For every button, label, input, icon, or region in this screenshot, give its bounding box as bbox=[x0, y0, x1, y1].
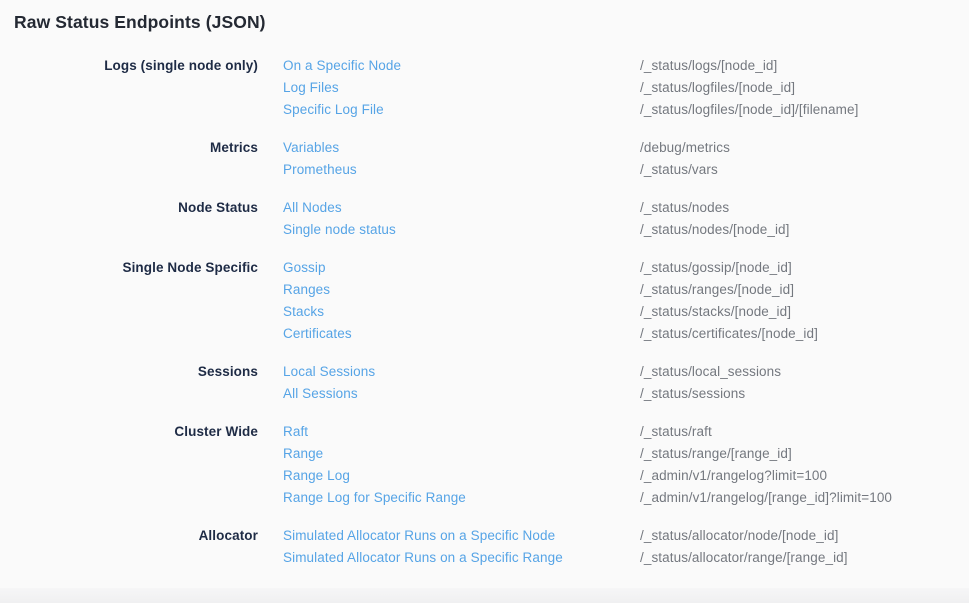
endpoint-link-column: On a Specific Node Log Files Specific Lo… bbox=[283, 55, 615, 121]
endpoint-path: /_status/raft bbox=[640, 421, 969, 443]
endpoint-path: /debug/metrics bbox=[640, 137, 969, 159]
endpoint-path: /_status/logs/[node_id] bbox=[640, 55, 969, 77]
footer-band bbox=[0, 588, 969, 603]
endpoint-group-category: Single Node Specific bbox=[0, 257, 258, 345]
endpoint-group: Allocator Simulated Allocator Runs on a … bbox=[0, 525, 969, 569]
endpoint-table: Logs (single node only) On a Specific No… bbox=[0, 55, 969, 585]
endpoint-group: Sessions Local Sessions All Sessions /_s… bbox=[0, 361, 969, 405]
endpoint-group-category: Sessions bbox=[0, 361, 258, 405]
endpoint-link[interactable]: Variables bbox=[283, 137, 339, 159]
endpoint-path-column: /_status/gossip/[node_id] /_status/range… bbox=[640, 257, 969, 345]
endpoint-link[interactable]: Range Log bbox=[283, 465, 350, 487]
endpoint-path: /_status/nodes bbox=[640, 197, 969, 219]
endpoint-link[interactable]: Range Log for Specific Range bbox=[283, 487, 466, 509]
endpoint-link-column: All Nodes Single node status bbox=[283, 197, 615, 241]
endpoint-link[interactable]: Certificates bbox=[283, 323, 352, 345]
endpoint-link-column: Local Sessions All Sessions bbox=[283, 361, 615, 405]
endpoint-path-column: /_status/allocator/node/[node_id] /_stat… bbox=[640, 525, 969, 569]
endpoint-path-column: /_status/logs/[node_id] /_status/logfile… bbox=[640, 55, 969, 121]
page-title: Raw Status Endpoints (JSON) bbox=[14, 12, 266, 33]
endpoint-link[interactable]: Simulated Allocator Runs on a Specific N… bbox=[283, 525, 555, 547]
endpoint-path: /_status/range/[range_id] bbox=[640, 443, 969, 465]
endpoint-link[interactable]: Single node status bbox=[283, 219, 396, 241]
endpoint-group-category: Metrics bbox=[0, 137, 258, 181]
endpoint-path: /_status/vars bbox=[640, 159, 969, 181]
endpoint-link-column: Variables Prometheus bbox=[283, 137, 615, 181]
endpoint-link[interactable]: On a Specific Node bbox=[283, 55, 401, 77]
endpoint-link[interactable]: Range bbox=[283, 443, 323, 465]
endpoint-link[interactable]: All Sessions bbox=[283, 383, 358, 405]
endpoint-link[interactable]: Log Files bbox=[283, 77, 339, 99]
endpoint-link[interactable]: All Nodes bbox=[283, 197, 342, 219]
endpoint-link[interactable]: Local Sessions bbox=[283, 361, 375, 383]
endpoint-link[interactable]: Gossip bbox=[283, 257, 326, 279]
endpoint-link-column: Gossip Ranges Stacks Certificates bbox=[283, 257, 615, 345]
endpoint-path: /_admin/v1/rangelog/[range_id]?limit=100 bbox=[640, 487, 969, 509]
endpoint-link[interactable]: Ranges bbox=[283, 279, 330, 301]
endpoint-path: /_status/ranges/[node_id] bbox=[640, 279, 969, 301]
endpoint-group-category: Logs (single node only) bbox=[0, 55, 258, 121]
endpoint-path: /_status/local_sessions bbox=[640, 361, 969, 383]
endpoint-link[interactable]: Prometheus bbox=[283, 159, 357, 181]
endpoint-group: Cluster Wide Raft Range Range Log Range … bbox=[0, 421, 969, 509]
endpoint-path: /_status/logfiles/[node_id]/[filename] bbox=[640, 99, 969, 121]
endpoint-path: /_status/stacks/[node_id] bbox=[640, 301, 969, 323]
endpoint-path: /_status/sessions bbox=[640, 383, 969, 405]
endpoint-path: /_status/nodes/[node_id] bbox=[640, 219, 969, 241]
endpoint-group: Node Status All Nodes Single node status… bbox=[0, 197, 969, 241]
endpoint-path: /_status/logfiles/[node_id] bbox=[640, 77, 969, 99]
endpoint-group-category: Allocator bbox=[0, 525, 258, 569]
endpoint-link[interactable]: Specific Log File bbox=[283, 99, 384, 121]
endpoint-group-category: Node Status bbox=[0, 197, 258, 241]
endpoint-path-column: /_status/raft /_status/range/[range_id] … bbox=[640, 421, 969, 509]
endpoint-group: Single Node Specific Gossip Ranges Stack… bbox=[0, 257, 969, 345]
endpoint-link-column: Simulated Allocator Runs on a Specific N… bbox=[283, 525, 615, 569]
endpoint-link[interactable]: Raft bbox=[283, 421, 308, 443]
endpoint-path: /_admin/v1/rangelog?limit=100 bbox=[640, 465, 969, 487]
raw-status-endpoints-page: Raw Status Endpoints (JSON) Logs (single… bbox=[0, 0, 969, 603]
endpoint-path-column: /debug/metrics /_status/vars bbox=[640, 137, 969, 181]
endpoint-group: Metrics Variables Prometheus /debug/metr… bbox=[0, 137, 969, 181]
endpoint-path: /_status/gossip/[node_id] bbox=[640, 257, 969, 279]
endpoint-link[interactable]: Stacks bbox=[283, 301, 324, 323]
endpoint-path-column: /_status/nodes /_status/nodes/[node_id] bbox=[640, 197, 969, 241]
endpoint-path: /_status/allocator/node/[node_id] bbox=[640, 525, 969, 547]
endpoint-group: Logs (single node only) On a Specific No… bbox=[0, 55, 969, 121]
endpoint-link-column: Raft Range Range Log Range Log for Speci… bbox=[283, 421, 615, 509]
endpoint-path: /_status/certificates/[node_id] bbox=[640, 323, 969, 345]
endpoint-group-category: Cluster Wide bbox=[0, 421, 258, 509]
endpoint-path: /_status/allocator/range/[range_id] bbox=[640, 547, 969, 569]
endpoint-path-column: /_status/local_sessions /_status/session… bbox=[640, 361, 969, 405]
endpoint-link[interactable]: Simulated Allocator Runs on a Specific R… bbox=[283, 547, 563, 569]
